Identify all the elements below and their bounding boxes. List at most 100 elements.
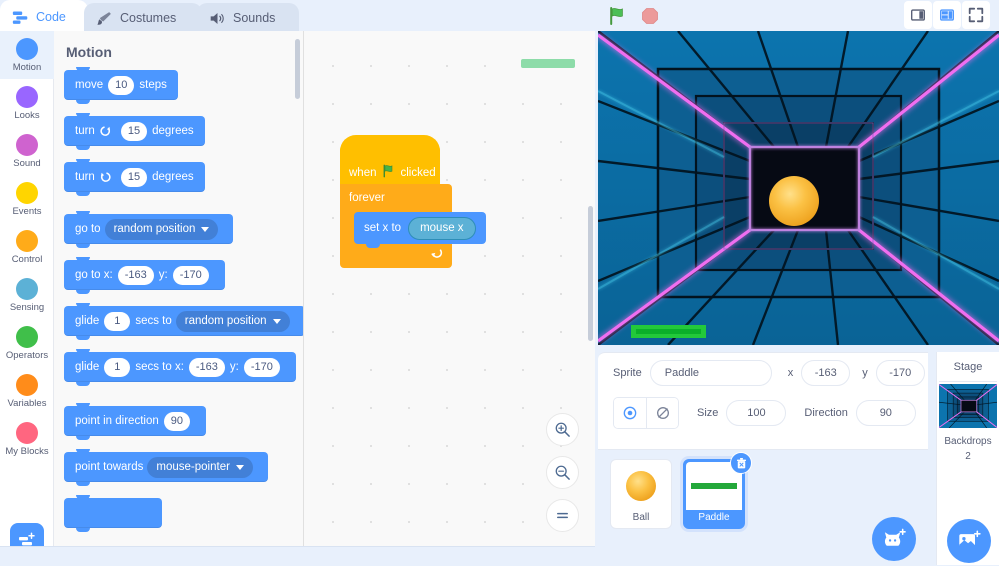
editor-tab-bar: Code Costumes Sounds: [0, 0, 595, 31]
sprite-direction-input[interactable]: 90: [856, 400, 916, 426]
category-label: My Blocks: [5, 446, 48, 457]
block-go-to-target[interactable]: go to random position: [64, 214, 233, 244]
category-color-dot: [16, 278, 38, 300]
add-sprite-button[interactable]: [872, 517, 916, 561]
category-color-dot: [16, 326, 38, 348]
category-looks[interactable]: Looks: [0, 79, 54, 127]
block-point-in-direction[interactable]: point in direction 90: [64, 406, 206, 436]
block-input-secs[interactable]: 1: [104, 358, 130, 377]
sprite-hide-button[interactable]: [646, 398, 678, 428]
workspace-scrollbar-vertical[interactable]: [588, 206, 593, 341]
block-input-x[interactable]: -163: [189, 358, 225, 377]
block-label: go to x:: [75, 269, 113, 281]
block-dropdown-target[interactable]: mouse-pointer: [147, 457, 253, 478]
palette-block-row-partial: [54, 498, 303, 533]
small-stage-button[interactable]: [904, 1, 932, 29]
sprite-show-button[interactable]: [614, 398, 646, 428]
palette-scrollbar[interactable]: [295, 39, 300, 99]
fullscreen-button[interactable]: [962, 1, 990, 29]
block-label-y: y:: [159, 269, 168, 281]
category-sensing[interactable]: Sensing: [0, 271, 54, 319]
block-label: glide: [75, 361, 99, 373]
sprite-card-ball[interactable]: Ball: [610, 459, 672, 529]
sprite-y-input[interactable]: -170: [876, 360, 925, 386]
normal-stage-button[interactable]: [933, 1, 961, 29]
dropdown-value: random position: [114, 223, 196, 235]
block-input-x[interactable]: -163: [118, 266, 154, 285]
zoom-reset-button[interactable]: [546, 499, 579, 532]
sprite-card-label: Paddle: [698, 512, 729, 523]
zoom-out-icon: [554, 464, 571, 481]
block-glide-to-target[interactable]: glide 1 secs to random position: [64, 306, 303, 336]
tab-costumes[interactable]: Costumes: [84, 3, 202, 33]
category-control[interactable]: Control: [0, 223, 54, 271]
zoom-out-button[interactable]: [546, 456, 579, 489]
stop-button[interactable]: [640, 6, 660, 26]
ball-thumb-icon: [624, 469, 658, 503]
stage-canvas[interactable]: [598, 31, 999, 345]
block-go-to-xy[interactable]: go to x: -163 y: -170: [64, 260, 225, 290]
block-turn-clockwise[interactable]: turn 15 degrees: [64, 116, 205, 146]
category-rail: Motion Looks Sound Events Control Sensin…: [0, 31, 54, 565]
block-point-towards[interactable]: point towards mouse-pointer: [64, 452, 268, 482]
category-events[interactable]: Events: [0, 175, 54, 223]
sprite-x-label: x: [788, 367, 794, 379]
block-move-steps[interactable]: move 10 steps: [64, 70, 178, 100]
block-input-degrees[interactable]: 15: [121, 168, 147, 187]
add-backdrop-button[interactable]: [947, 519, 991, 563]
dropdown-value: random position: [185, 315, 267, 327]
block-input-y[interactable]: -170: [244, 358, 280, 377]
block-input-secs[interactable]: 1: [104, 312, 130, 331]
tab-sounds[interactable]: Sounds: [197, 3, 299, 33]
zoom-in-button[interactable]: [546, 413, 579, 446]
block-forever[interactable]: forever set x to mouse x: [340, 184, 452, 268]
category-color-dot: [16, 134, 38, 156]
cat-add-icon: [882, 527, 907, 552]
sprite-x-input[interactable]: -163: [801, 360, 850, 386]
category-motion[interactable]: Motion: [0, 31, 54, 79]
block-label-suffix: clicked: [401, 167, 436, 179]
block-input-direction[interactable]: 90: [164, 412, 190, 431]
sprite-card-paddle[interactable]: Paddle: [683, 459, 745, 529]
category-color-dot: [16, 374, 38, 396]
category-color-dot: [16, 230, 38, 252]
block-glide-to-xy[interactable]: glide 1 secs to x: -163 y: -170: [64, 352, 296, 382]
stage-header: [595, 0, 999, 31]
block-input-degrees[interactable]: 15: [121, 122, 147, 141]
zoom-reset-icon: [554, 507, 571, 524]
sprite-size-input[interactable]: 100: [726, 400, 786, 426]
category-label: Sensing: [10, 302, 44, 313]
tab-costumes-label: Costumes: [120, 11, 176, 25]
block-dropdown-target[interactable]: random position: [105, 219, 219, 240]
forever-mouth: set x to mouse x: [354, 212, 452, 246]
category-operators[interactable]: Operators: [0, 319, 54, 367]
sprite-thumbnail: [613, 462, 669, 510]
stage-selector-pane: Stage Backdrops 2: [936, 352, 999, 565]
block-change-x-by[interactable]: [64, 498, 162, 528]
block-label: move: [75, 79, 103, 91]
delete-sprite-button[interactable]: [730, 452, 752, 474]
image-add-icon: [957, 529, 981, 553]
stage-thumbnail-card[interactable]: Backdrops 2: [939, 381, 997, 462]
tab-code[interactable]: Code: [0, 0, 88, 34]
block-set-x-to[interactable]: set x to mouse x: [354, 212, 486, 244]
reporter-mouse-x[interactable]: mouse x: [408, 217, 475, 240]
block-label-suffix: steps: [139, 79, 167, 91]
block-input-y[interactable]: -170: [173, 266, 209, 285]
green-flag-button[interactable]: [608, 6, 628, 26]
sprite-name-input[interactable]: Paddle: [650, 360, 772, 386]
category-variables[interactable]: Variables: [0, 367, 54, 415]
block-dropdown-target[interactable]: random position: [176, 311, 290, 332]
block-palette[interactable]: Motion move 10 steps turn 15 degrees tur…: [54, 31, 303, 546]
category-sound[interactable]: Sound: [0, 127, 54, 175]
forever-label-row: forever: [340, 184, 452, 212]
block-when-flag-clicked[interactable]: when clicked: [340, 146, 440, 184]
block-label-mid: secs to: [135, 315, 171, 327]
code-workspace[interactable]: when clicked forever set x to mouse x: [303, 31, 595, 546]
fullscreen-icon: [967, 6, 985, 24]
block-input-steps[interactable]: 10: [108, 76, 134, 95]
sprite-ball-on-stage: [769, 176, 819, 226]
category-my-blocks[interactable]: My Blocks: [0, 415, 54, 463]
script-stack[interactable]: when clicked forever set x to mouse x: [340, 146, 452, 268]
block-turn-counterclockwise[interactable]: turn 15 degrees: [64, 162, 205, 192]
